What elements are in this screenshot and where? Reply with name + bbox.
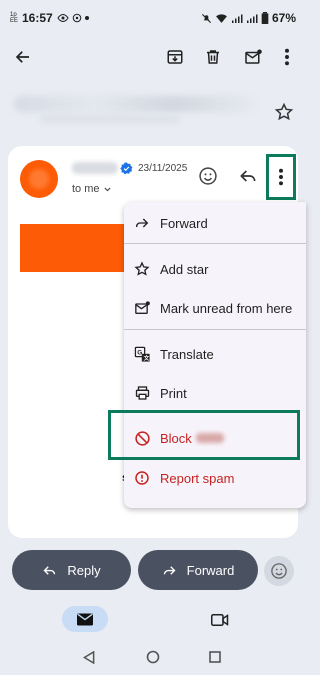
carrier-label: 1p EE [10,12,19,24]
dot-icon [84,16,89,20]
bottom-actions: Reply Forward [0,548,306,592]
emoji-icon [271,563,287,579]
wifi-icon [216,13,227,23]
menu-item-mark-unread[interactable]: Mark unread from here [124,290,306,326]
archive-button[interactable] [162,44,188,70]
reply-label: Reply [67,562,101,578]
mark-unread-icon [244,49,262,64]
status-bar: 1p EE 16:57 67% [0,0,306,36]
nav-meet-tab[interactable] [208,610,232,630]
delete-button[interactable] [200,44,226,70]
top-more-button[interactable] [274,44,300,70]
menu-label-forward: Forward [160,215,208,231]
reply-icon [240,170,256,182]
trash-icon [207,50,219,64]
message-date: 23/11/2025 [138,163,188,174]
svg-text:G: G [137,349,142,356]
battery-icon [261,12,269,24]
mark-unread-button[interactable] [240,44,266,70]
emoji-icon [199,167,217,185]
verified-badge-icon [120,162,133,175]
translate-icon: G文 [132,344,152,364]
recipient-label: to me [72,183,100,195]
subject-redacted-line2 [40,115,180,123]
circle-home-icon [146,650,160,664]
top-app-bar [0,36,306,78]
video-camera-icon [211,614,229,626]
subject-redacted [14,96,254,112]
star-outline-icon [132,259,152,279]
signal-icon [231,14,243,23]
reply-button[interactable]: Reply [12,550,131,590]
message-more-button[interactable] [266,154,296,200]
star-button[interactable] [274,102,296,124]
menu-item-add-star[interactable]: Add star [124,251,306,287]
forward-button[interactable]: Forward [138,550,258,590]
system-back-button[interactable] [80,648,98,666]
back-arrow-icon [15,51,29,63]
location-icon [72,13,81,23]
menu-item-forward[interactable]: Forward [124,205,306,241]
archive-icon [167,50,183,64]
overflow-menu: Forward Add star Mark unread from here G… [124,202,306,508]
status-time: 16:57 [22,11,53,25]
email-body [20,272,132,538]
block-highlight-frame [108,410,300,460]
menu-item-print[interactable]: Print [124,375,306,411]
sender-avatar[interactable] [20,160,58,198]
more-vert-icon [285,48,289,66]
menu-item-report-spam[interactable]: Report spam [124,460,306,496]
menu-label-report-spam: Report spam [160,470,235,486]
menu-label-mark-unread: Mark unread from here [160,300,293,316]
menu-label-add-star: Add star [160,261,209,277]
nav-mail-tab[interactable] [62,606,108,632]
menu-item-translate[interactable]: G文 Translate [124,336,306,372]
back-button[interactable] [10,44,36,70]
report-spam-icon [132,468,152,488]
chevron-down-icon [103,187,111,191]
app-nav-bar [0,602,306,638]
reply-icon-button[interactable] [238,166,260,188]
star-outline-icon [274,102,294,121]
triangle-back-icon [83,650,95,664]
more-vert-icon [279,168,283,186]
system-recents-button[interactable] [206,648,224,666]
menu-label-print: Print [160,385,187,401]
add-reaction-button[interactable] [198,166,220,188]
emoji-reaction-button[interactable] [264,556,294,586]
battery-level: 67% [271,11,296,25]
mute-icon [201,13,211,23]
menu-divider [124,329,306,330]
eye-icon [57,13,69,23]
menu-divider [124,243,306,244]
reply-icon [43,565,56,575]
sender-name-redacted [72,162,118,174]
forward-icon [132,213,152,233]
menu-label-translate: Translate [160,346,214,362]
signal-icon-2 [246,14,258,23]
forward-icon [163,565,176,575]
system-nav-bar [0,640,306,675]
mail-icon [77,613,93,625]
forward-label: Forward [186,562,235,578]
mark-unread-icon [132,298,152,318]
square-recents-icon [209,651,221,663]
recipient-toggle[interactable]: to me [72,183,112,195]
system-home-button[interactable] [144,648,162,666]
print-icon [132,383,152,403]
